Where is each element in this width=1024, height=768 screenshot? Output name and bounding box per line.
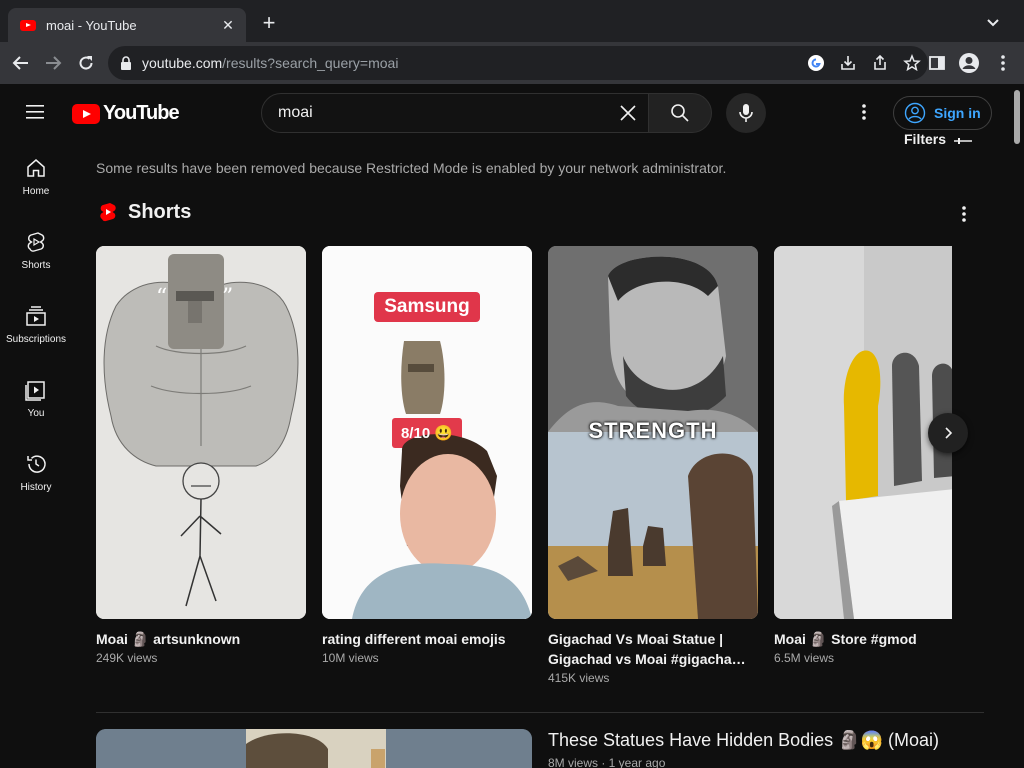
- shorts-logo-icon: [100, 203, 116, 222]
- sidebar-item-history[interactable]: History: [0, 436, 72, 510]
- settings-more-icon[interactable]: [852, 100, 876, 124]
- chevron-right-icon: [945, 427, 953, 439]
- history-icon: [27, 455, 46, 473]
- filters-label: Filters: [904, 132, 947, 146]
- youtube-page: YouTube moai Sign in Home Shorts Subscri…: [0, 84, 1024, 768]
- browser-tab[interactable]: moai - YouTube ✕: [8, 8, 246, 42]
- browser-toolbar: youtube.com/results?search_query=moai: [0, 42, 1024, 84]
- clear-search-icon[interactable]: [608, 94, 648, 132]
- search-button[interactable]: [648, 93, 712, 133]
- short-views: 415K views: [548, 671, 610, 685]
- sidebar-item-label: History: [20, 482, 52, 493]
- search-icon: [671, 104, 689, 122]
- tab-search-chevron-icon[interactable]: [984, 14, 1002, 32]
- masthead: YouTube moai Sign in: [0, 84, 1012, 140]
- shelf-more-icon[interactable]: [952, 202, 976, 226]
- strength-overlay-label: STRENGTH: [588, 418, 718, 443]
- short-title[interactable]: Moai 🗿 artsunknown: [96, 629, 306, 649]
- sign-in-label: Sign in: [934, 105, 981, 121]
- sidebar-item-label: You: [27, 408, 45, 419]
- new-tab-button[interactable]: +: [258, 12, 280, 34]
- forward-arrow-icon[interactable]: [42, 52, 64, 74]
- install-app-icon[interactable]: [832, 46, 864, 80]
- tab-title: moai - YouTube: [46, 17, 137, 33]
- short-views: 249K views: [96, 651, 158, 665]
- samsung-overlay-label: Samsung: [384, 296, 470, 317]
- sketch-muscle-moai-image: “ ”: [96, 246, 306, 619]
- video-metadata: 8M views · 1 year ago: [548, 756, 666, 768]
- sidebar-item-label: Home: [22, 186, 50, 197]
- video-thumbnail[interactable]: [96, 729, 532, 768]
- shelf-title: Shorts: [128, 200, 192, 223]
- share-icon[interactable]: [864, 46, 896, 80]
- short-thumbnail[interactable]: STRENGTH: [548, 246, 758, 619]
- sidebar-item-label: Subscriptions: [5, 334, 67, 345]
- sidebar-item-subscriptions[interactable]: Subscriptions: [0, 288, 72, 362]
- account-circle-icon: [904, 102, 926, 124]
- short-card[interactable]: “ ” Moai 🗿 artsunknown 249K views: [96, 246, 306, 665]
- google-lens-icon[interactable]: [800, 46, 832, 80]
- youtube-logo[interactable]: YouTube: [72, 102, 180, 125]
- restricted-mode-notice: Some results have been removed because R…: [96, 160, 727, 176]
- scrollbar-track[interactable]: [1012, 84, 1024, 768]
- video-thumbnail-image: [96, 729, 532, 768]
- scrollbar-thumb[interactable]: [1014, 90, 1020, 144]
- filter-sliders-icon: [954, 138, 973, 144]
- url-text: youtube.com/results?search_query=moai: [142, 55, 399, 71]
- tab-close-icon[interactable]: ✕: [220, 17, 236, 34]
- sidebar-item-you[interactable]: You: [0, 362, 72, 436]
- search-query-text[interactable]: moai: [278, 104, 608, 122]
- shorts-shelf-header: Shorts: [96, 200, 191, 224]
- youtube-favicon-icon: [20, 19, 36, 31]
- shelf-next-button[interactable]: [928, 413, 968, 453]
- chrome-menu-icon[interactable]: [990, 50, 1016, 76]
- shorts-icon: [27, 232, 45, 252]
- svg-text:”: ”: [222, 285, 233, 310]
- short-thumbnail[interactable]: Samsung 8/10 😃: [322, 246, 532, 619]
- search-input[interactable]: moai: [261, 93, 649, 133]
- youtube-play-icon: [72, 103, 100, 124]
- short-card[interactable]: Samsung 8/10 😃 rating different moai emo…: [322, 246, 532, 665]
- subscriptions-icon: [26, 306, 46, 326]
- reload-icon[interactable]: [75, 52, 97, 74]
- short-title[interactable]: rating different moai emojis: [322, 629, 532, 649]
- browser-chrome: moai - YouTube ✕ + youtube.com/results?s…: [0, 0, 1024, 84]
- short-thumbnail[interactable]: “ ”: [96, 246, 306, 619]
- microphone-icon: [739, 104, 753, 122]
- sidebar-item-shorts[interactable]: Shorts: [0, 214, 72, 288]
- menu-hamburger-icon[interactable]: [24, 102, 48, 122]
- short-card[interactable]: STRENGTH Gigachad Vs Moai Statue | Gigac…: [548, 246, 758, 685]
- video-title[interactable]: These Statues Have Hidden Bodies 🗿😱 (Moa…: [548, 730, 939, 751]
- home-icon: [27, 159, 45, 177]
- short-title[interactable]: Gigachad Vs Moai Statue | Gigachad vs Mo…: [548, 629, 758, 669]
- filters-button[interactable]: Filters: [904, 132, 973, 146]
- short-views: 10M views: [322, 651, 379, 665]
- sidebar-item-home[interactable]: Home: [0, 140, 72, 214]
- back-arrow-icon[interactable]: [10, 52, 32, 74]
- sidebar-item-label: Shorts: [21, 260, 51, 271]
- you-library-icon: [25, 381, 45, 401]
- lock-icon: [121, 56, 131, 70]
- section-divider: [96, 712, 984, 713]
- side-panel-icon[interactable]: [924, 50, 950, 76]
- rating-overlay-label: 8/10 😃: [400, 425, 454, 442]
- voice-search-button[interactable]: [726, 93, 766, 133]
- sign-in-button[interactable]: Sign in: [893, 96, 992, 130]
- address-bar[interactable]: youtube.com/results?search_query=moai: [108, 46, 928, 80]
- profile-avatar-icon[interactable]: [956, 50, 982, 76]
- svg-text:“: “: [156, 285, 167, 310]
- logo-wordmark: YouTube: [103, 102, 180, 124]
- tab-strip: moai - YouTube ✕ +: [0, 0, 1024, 42]
